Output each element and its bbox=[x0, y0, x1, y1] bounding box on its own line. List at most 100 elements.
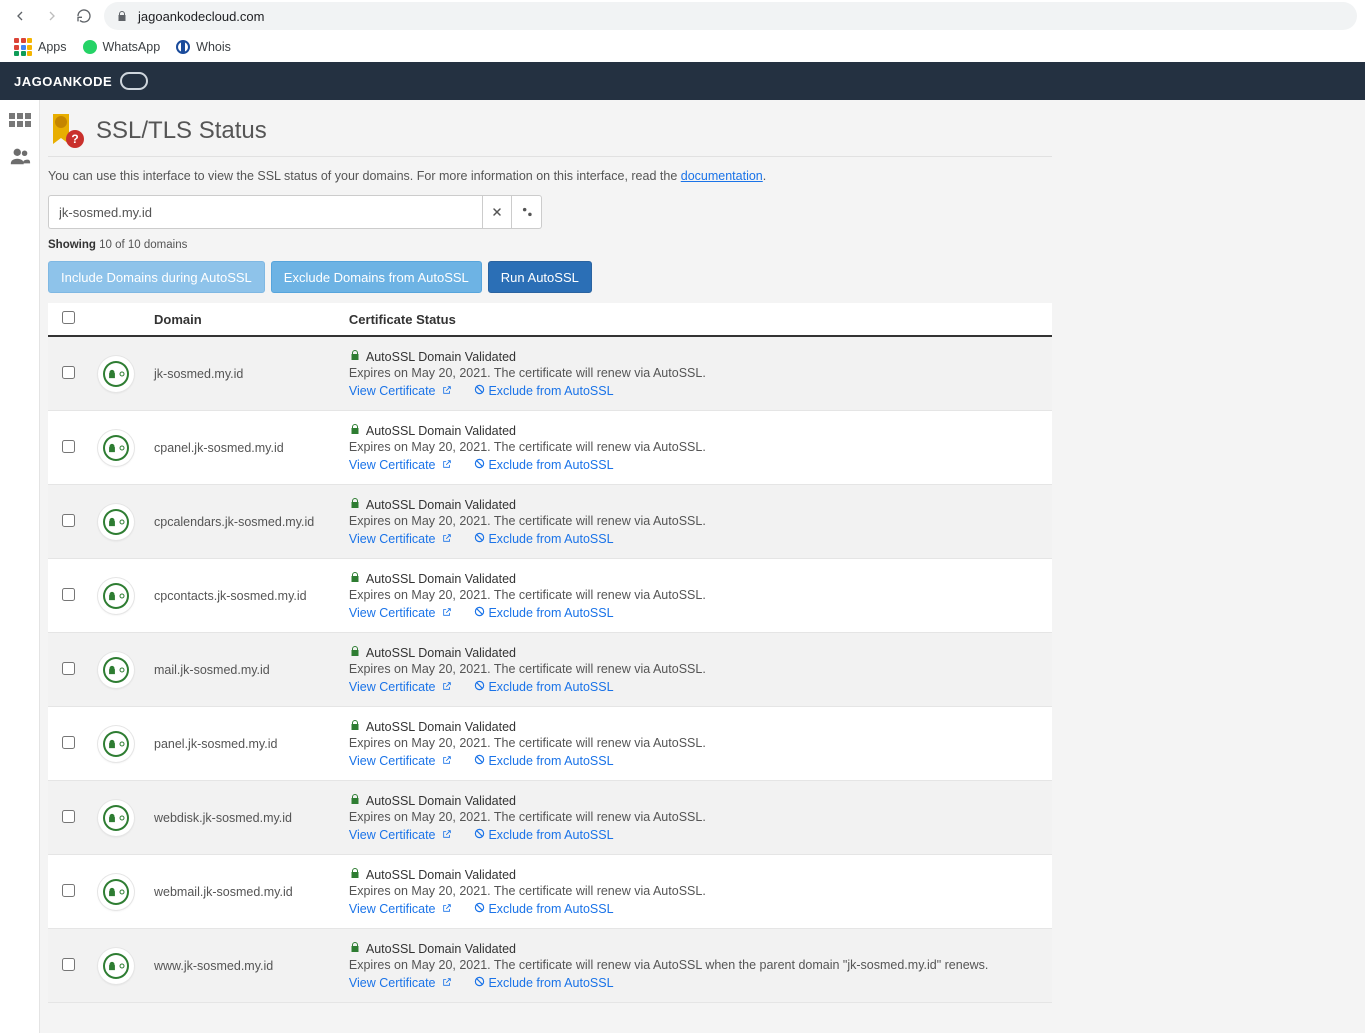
ssl-status-icon bbox=[98, 356, 134, 392]
row-checkbox[interactable] bbox=[62, 958, 75, 971]
view-certificate-link[interactable]: View Certificate bbox=[349, 754, 452, 768]
status-detail: Expires on May 20, 2021. The certificate… bbox=[349, 440, 1042, 454]
row-checkbox[interactable] bbox=[62, 662, 75, 675]
ssl-badge-icon: ? bbox=[48, 114, 84, 148]
browser-toolbar: jagoankodecloud.com bbox=[0, 0, 1365, 32]
ssl-status-icon bbox=[98, 652, 134, 688]
status-detail: Expires on May 20, 2021. The certificate… bbox=[349, 736, 1042, 750]
back-button[interactable] bbox=[8, 4, 32, 28]
view-certificate-link[interactable]: View Certificate bbox=[349, 606, 452, 620]
reload-button[interactable] bbox=[72, 4, 96, 28]
exclude-from-autossl-link[interactable]: Exclude from AutoSSL bbox=[474, 902, 614, 916]
lock-icon bbox=[349, 423, 361, 438]
domain-name: cpanel.jk-sosmed.my.id bbox=[154, 441, 284, 455]
search-row bbox=[48, 195, 1052, 229]
domain-name: webdisk.jk-sosmed.my.id bbox=[154, 811, 292, 825]
exclude-from-autossl-link[interactable]: Exclude from AutoSSL bbox=[474, 828, 614, 842]
clear-search-button[interactable] bbox=[482, 195, 512, 229]
header-domain[interactable]: Domain bbox=[144, 303, 339, 336]
exclude-autossl-button[interactable]: Exclude Domains from AutoSSL bbox=[271, 261, 482, 293]
table-row: panel.jk-sosmed.my.id AutoSSL Domain Vali… bbox=[48, 707, 1052, 781]
status-validated: AutoSSL Domain Validated bbox=[349, 719, 1042, 734]
apps-label: Apps bbox=[38, 40, 67, 54]
intro-tail: . bbox=[763, 169, 766, 183]
view-certificate-link[interactable]: View Certificate bbox=[349, 680, 452, 694]
intro-part: You can use this interface to view the S… bbox=[48, 169, 681, 183]
ssl-status-icon bbox=[98, 874, 134, 910]
row-checkbox[interactable] bbox=[62, 588, 75, 601]
status-validated: AutoSSL Domain Validated bbox=[349, 349, 1042, 364]
view-certificate-link[interactable]: View Certificate bbox=[349, 976, 452, 990]
exclude-from-autossl-link[interactable]: Exclude from AutoSSL bbox=[474, 384, 614, 398]
documentation-link[interactable]: documentation bbox=[681, 169, 763, 183]
exclude-from-autossl-link[interactable]: Exclude from AutoSSL bbox=[474, 532, 614, 546]
grid-icon bbox=[9, 113, 31, 127]
siderail-apps[interactable] bbox=[8, 108, 32, 132]
table-row: mail.jk-sosmed.my.id AutoSSL Domain Valid… bbox=[48, 633, 1052, 707]
lock-icon bbox=[116, 10, 128, 22]
lock-icon bbox=[349, 793, 361, 808]
lock-icon bbox=[349, 571, 361, 586]
view-certificate-link[interactable]: View Certificate bbox=[349, 828, 452, 842]
status-validated: AutoSSL Domain Validated bbox=[349, 793, 1042, 808]
ssl-status-icon bbox=[98, 578, 134, 614]
ssl-status-icon bbox=[98, 726, 134, 762]
view-certificate-link[interactable]: View Certificate bbox=[349, 458, 452, 472]
status-validated: AutoSSL Domain Validated bbox=[349, 867, 1042, 882]
view-certificate-link[interactable]: View Certificate bbox=[349, 384, 452, 398]
brand-logo[interactable]: JAGOANKODE bbox=[14, 72, 148, 90]
row-checkbox[interactable] bbox=[62, 366, 75, 379]
row-checkbox[interactable] bbox=[62, 884, 75, 897]
bookmark-whatsapp[interactable]: WhatsApp bbox=[83, 40, 161, 54]
address-bar[interactable]: jagoankodecloud.com bbox=[104, 2, 1357, 30]
status-detail: Expires on May 20, 2021. The certificate… bbox=[349, 884, 1042, 898]
close-icon bbox=[491, 206, 503, 218]
table-row: cpcontacts.jk-sosmed.my.idAutoSSL Domain… bbox=[48, 559, 1052, 633]
bookmark-whois[interactable]: Whois bbox=[176, 40, 231, 54]
header-select bbox=[48, 303, 88, 336]
exclude-from-autossl-link[interactable]: Exclude from AutoSSL bbox=[474, 606, 614, 620]
row-checkbox[interactable] bbox=[62, 514, 75, 527]
search-settings-button[interactable] bbox=[512, 195, 542, 229]
apps-shortcut[interactable]: Apps bbox=[14, 38, 67, 56]
status-detail: Expires on May 20, 2021. The certificate… bbox=[349, 514, 1042, 528]
domain-table: Domain Certificate Status jk-sosmed.my.i… bbox=[48, 303, 1052, 1003]
siderail-users[interactable] bbox=[8, 144, 32, 168]
lock-icon bbox=[349, 719, 361, 734]
status-validated: AutoSSL Domain Validated bbox=[349, 423, 1042, 438]
forward-button[interactable] bbox=[40, 4, 64, 28]
ssl-status-icon bbox=[98, 800, 134, 836]
intro-text: You can use this interface to view the S… bbox=[48, 169, 1052, 183]
exclude-from-autossl-link[interactable]: Exclude from AutoSSL bbox=[474, 754, 614, 768]
table-row: cpcalendars.jk-sosmed.my.idAutoSSL Domai… bbox=[48, 485, 1052, 559]
exclude-from-autossl-link[interactable]: Exclude from AutoSSL bbox=[474, 680, 614, 694]
table-row: jk-sosmed.my.id AutoSSL Domain Validated E… bbox=[48, 336, 1052, 411]
status-validated: AutoSSL Domain Validated bbox=[349, 645, 1042, 660]
run-autossl-button[interactable]: Run AutoSSL bbox=[488, 261, 592, 293]
row-checkbox[interactable] bbox=[62, 440, 75, 453]
row-checkbox[interactable] bbox=[62, 736, 75, 749]
status-detail: Expires on May 20, 2021. The certificate… bbox=[349, 366, 1042, 380]
row-checkbox[interactable] bbox=[62, 810, 75, 823]
divider bbox=[48, 156, 1052, 157]
table-row: webmail.jk-sosmed.my.id AutoSSL Domain Va… bbox=[48, 855, 1052, 929]
status-validated: AutoSSL Domain Validated bbox=[349, 571, 1042, 586]
exclude-from-autossl-link[interactable]: Exclude from AutoSSL bbox=[474, 976, 614, 990]
status-validated: AutoSSL Domain Validated bbox=[349, 497, 1042, 512]
side-rail bbox=[0, 100, 40, 1033]
domain-name: jk-sosmed.my.id bbox=[154, 367, 243, 381]
cloud-icon bbox=[120, 72, 148, 90]
exclude-from-autossl-link[interactable]: Exclude from AutoSSL bbox=[474, 458, 614, 472]
domain-name: panel.jk-sosmed.my.id bbox=[154, 737, 277, 751]
domain-name: webmail.jk-sosmed.my.id bbox=[154, 885, 293, 899]
header-status[interactable]: Certificate Status bbox=[339, 303, 1052, 336]
select-all-checkbox[interactable] bbox=[62, 311, 75, 324]
domain-name: www.jk-sosmed.my.id bbox=[154, 959, 273, 973]
domain-search-input[interactable] bbox=[48, 195, 482, 229]
status-detail: Expires on May 20, 2021. The certificate… bbox=[349, 810, 1042, 824]
include-autossl-button[interactable]: Include Domains during AutoSSL bbox=[48, 261, 265, 293]
view-certificate-link[interactable]: View Certificate bbox=[349, 532, 452, 546]
view-certificate-link[interactable]: View Certificate bbox=[349, 902, 452, 916]
domain-name: mail.jk-sosmed.my.id bbox=[154, 663, 270, 677]
lock-icon bbox=[349, 645, 361, 660]
